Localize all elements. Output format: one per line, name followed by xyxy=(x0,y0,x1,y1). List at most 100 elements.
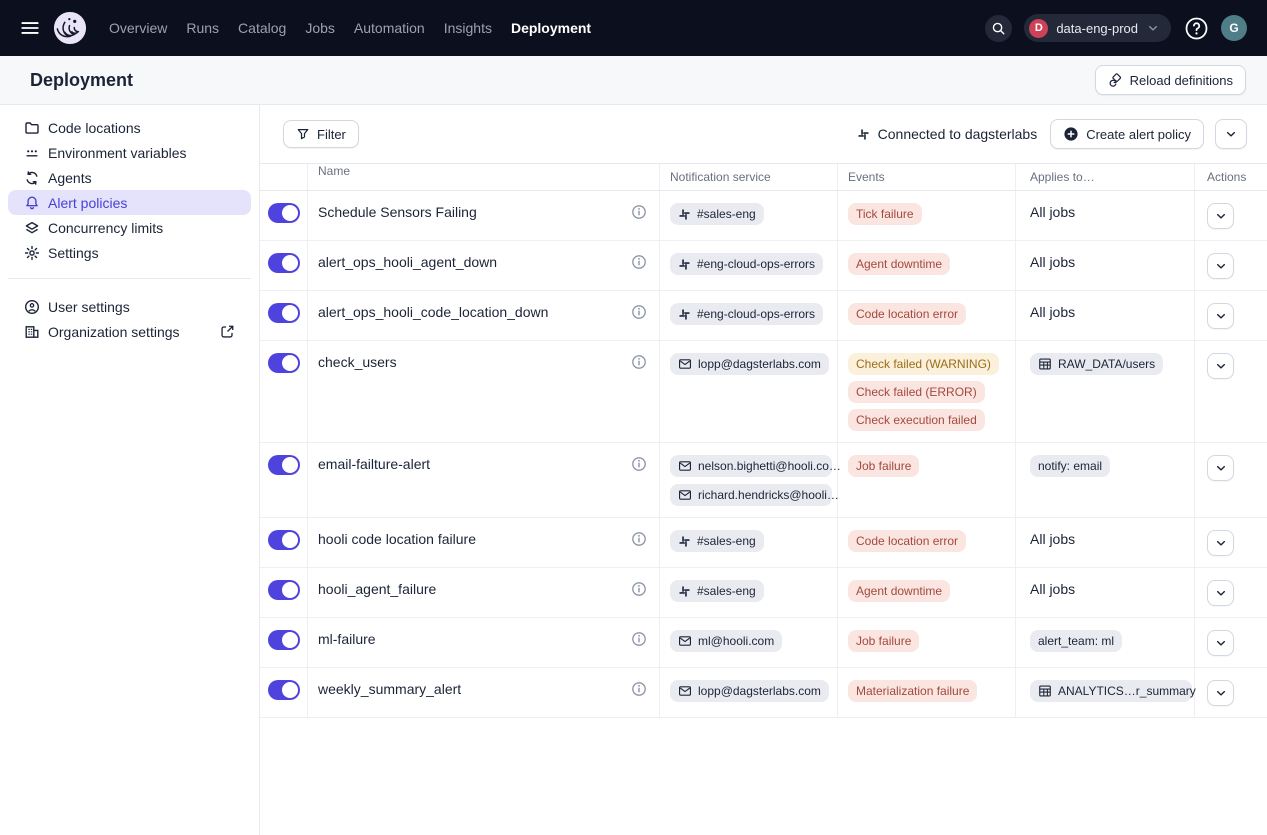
alert-enabled-toggle[interactable] xyxy=(268,530,300,550)
event-pill-job-failure: Job failure xyxy=(848,455,919,477)
event-pill-check-failed-warning: Check failed (WARNING) xyxy=(848,353,999,375)
alert-enabled-toggle[interactable] xyxy=(268,353,300,373)
deployment-switcher[interactable]: D data-eng-prod xyxy=(1024,14,1171,42)
main-content: Filter Connected to dagsterlabs Create a… xyxy=(260,105,1267,835)
sidebar-item-agents[interactable]: Agents xyxy=(8,165,251,190)
alert-enabled-toggle[interactable] xyxy=(268,303,300,323)
env-vars-icon xyxy=(24,145,40,161)
chevron-down-icon xyxy=(1214,686,1228,700)
toolbar-right-group: Connected to dagsterlabs Create alert po… xyxy=(857,119,1247,149)
cell-applies-to: All jobs xyxy=(1016,191,1195,240)
cell-events: Materialization failure xyxy=(838,668,1016,717)
sidebar-main-nav: Code locationsEnvironment variablesAgent… xyxy=(0,115,259,265)
chevron-down-icon xyxy=(1214,259,1228,273)
tag: notify: email xyxy=(1030,455,1110,477)
chevron-down-icon xyxy=(1214,636,1228,650)
filter-label: Filter xyxy=(317,127,346,142)
nav-item-deployment[interactable]: Deployment xyxy=(510,18,592,38)
cell-applies-to: All jobs xyxy=(1016,291,1195,340)
policy-info-button[interactable] xyxy=(631,204,647,220)
cell-name: Schedule Sensors Failing xyxy=(308,191,660,240)
create-alert-policy-label: Create alert policy xyxy=(1086,127,1191,142)
tag-label: #sales-eng xyxy=(697,206,756,222)
policy-name: weekly_summary_alert xyxy=(318,680,461,698)
nav-right-group: D data-eng-prod G xyxy=(985,14,1247,42)
alert-enabled-toggle[interactable] xyxy=(268,203,300,223)
policy-info-button[interactable] xyxy=(631,254,647,270)
row-actions-button[interactable] xyxy=(1207,253,1234,279)
dagster-logo[interactable] xyxy=(53,11,87,45)
alert-enabled-toggle[interactable] xyxy=(268,680,300,700)
reload-definitions-button[interactable]: Reload definitions xyxy=(1095,65,1246,95)
cell-applies-to: ANALYTICS…r_summary xyxy=(1016,668,1195,717)
cell-notification-service: lopp@dagsterlabs.com xyxy=(660,341,838,442)
create-policy-menu-button[interactable] xyxy=(1215,119,1247,149)
policy-info-button[interactable] xyxy=(631,354,647,370)
sidebar-item-concurrency-limits[interactable]: Concurrency limits xyxy=(8,215,251,240)
row-actions-button[interactable] xyxy=(1207,203,1234,229)
sidebar-footer-nav: User settingsOrganization settings xyxy=(0,294,259,344)
nav-item-runs[interactable]: Runs xyxy=(185,18,220,38)
row-actions-button[interactable] xyxy=(1207,630,1234,656)
event-pill-job-failure: Job failure xyxy=(848,630,919,652)
row-actions-button[interactable] xyxy=(1207,580,1234,606)
row-actions-button[interactable] xyxy=(1207,530,1234,556)
help-button[interactable] xyxy=(1183,15,1209,41)
tag-label: #sales-eng xyxy=(697,583,756,599)
alert-enabled-toggle[interactable] xyxy=(268,455,300,475)
sidebar-item-environment-variables[interactable]: Environment variables xyxy=(8,140,251,165)
event-pill-check-execution-failed: Check execution failed xyxy=(848,409,985,431)
sidebar-item-code-locations[interactable]: Code locations xyxy=(8,115,251,140)
tag-sales-eng: #sales-eng xyxy=(670,530,764,552)
row-actions-button[interactable] xyxy=(1207,455,1234,481)
alert-enabled-toggle[interactable] xyxy=(268,630,300,650)
policy-info-button[interactable] xyxy=(631,631,647,647)
cell-name: hooli code location failure xyxy=(308,518,660,567)
sidebar-item-organization-settings[interactable]: Organization settings xyxy=(8,319,251,344)
nav-item-insights[interactable]: Insights xyxy=(443,18,493,38)
alert-enabled-toggle[interactable] xyxy=(268,253,300,273)
cell-applies-to: RAW_DATA/users xyxy=(1016,341,1195,442)
email-icon xyxy=(678,357,692,371)
policy-info-button[interactable] xyxy=(631,304,647,320)
policy-name: check_users xyxy=(318,353,397,371)
deployment-initial-badge: D xyxy=(1029,19,1048,38)
cell-events: Tick failure xyxy=(838,191,1016,240)
sidebar-item-alert-policies[interactable]: Alert policies xyxy=(8,190,251,215)
row-actions-button[interactable] xyxy=(1207,353,1234,379)
search-icon xyxy=(991,21,1006,36)
sidebar-item-user-settings[interactable]: User settings xyxy=(8,294,251,319)
external-link-icon xyxy=(219,324,235,339)
hamburger-menu-button[interactable] xyxy=(17,15,43,41)
tag-label: alert_team: ml xyxy=(1038,633,1114,649)
cell-toggle xyxy=(260,443,308,517)
event-pill-tick-failure: Tick failure xyxy=(848,203,922,225)
nav-item-automation[interactable]: Automation xyxy=(353,18,426,38)
chevron-down-icon xyxy=(1146,21,1160,35)
page-title: Deployment xyxy=(30,70,133,91)
nav-item-overview[interactable]: Overview xyxy=(108,18,168,38)
chevron-down-icon xyxy=(1214,359,1228,373)
cell-events: Agent downtime xyxy=(838,568,1016,617)
alert-enabled-toggle[interactable] xyxy=(268,580,300,600)
cell-notification-service: nelson.bighetti@hooli.co…richard.hendric… xyxy=(660,443,838,517)
header-label: Actions xyxy=(1207,170,1246,184)
alert-policy-row: email-failture-alertnelson.bighetti@hool… xyxy=(260,443,1267,518)
user-avatar[interactable]: G xyxy=(1221,15,1247,41)
search-button[interactable] xyxy=(985,15,1012,42)
create-alert-policy-button[interactable]: Create alert policy xyxy=(1050,119,1204,149)
sidebar-item-settings[interactable]: Settings xyxy=(8,240,251,265)
tag-nelson-bighetti-hooli-co: nelson.bighetti@hooli.co… xyxy=(670,455,832,477)
policy-info-button[interactable] xyxy=(631,456,647,472)
nav-item-jobs[interactable]: Jobs xyxy=(304,18,336,38)
row-actions-button[interactable] xyxy=(1207,303,1234,329)
nav-item-catalog[interactable]: Catalog xyxy=(237,18,287,38)
asset-table-icon xyxy=(1038,357,1052,371)
filter-button[interactable]: Filter xyxy=(283,120,359,148)
policy-info-button[interactable] xyxy=(631,531,647,547)
tag-sales-eng: #sales-eng xyxy=(670,203,764,225)
policy-info-button[interactable] xyxy=(631,581,647,597)
tag-label: ANALYTICS…r_summary xyxy=(1058,683,1196,699)
row-actions-button[interactable] xyxy=(1207,680,1234,706)
policy-info-button[interactable] xyxy=(631,681,647,697)
